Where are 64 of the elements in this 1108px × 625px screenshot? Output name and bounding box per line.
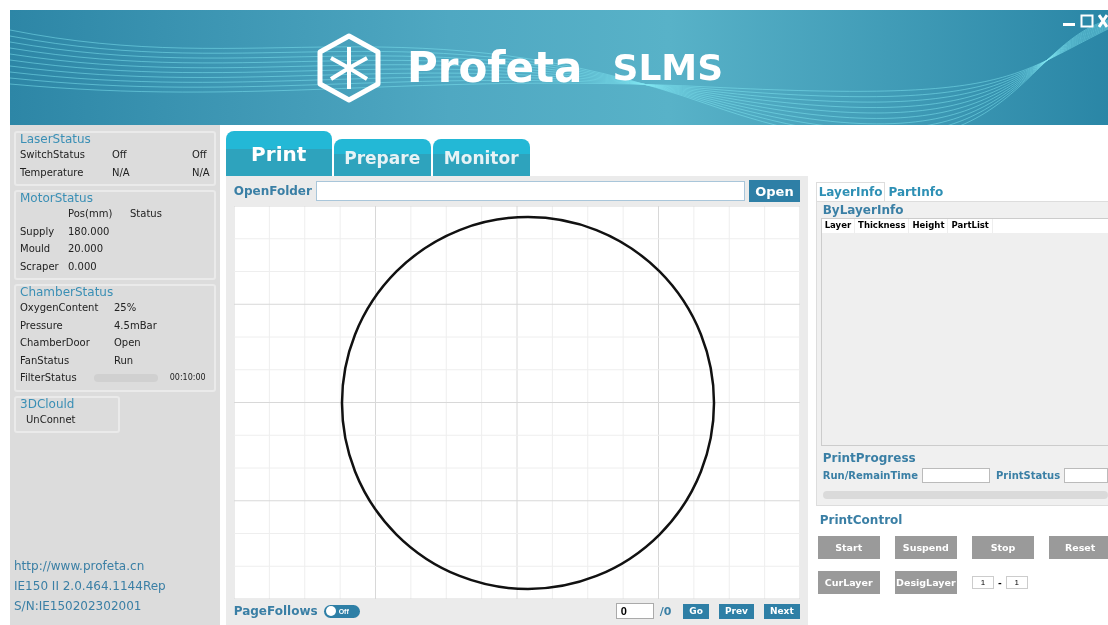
status-field[interactable] [1064, 468, 1108, 483]
page-total: /0 [659, 604, 672, 618]
column-header: Height [909, 219, 949, 233]
column-header: Pos(mm) [68, 208, 114, 220]
status-value: Off [112, 149, 128, 161]
status-value: Open [114, 337, 142, 349]
page-nav-button[interactable]: Go [683, 603, 709, 619]
folder-path-field[interactable] [315, 181, 746, 201]
status-label: Mould [20, 243, 52, 255]
status-value: Off [192, 149, 208, 161]
status-value: 4.5mBar [114, 319, 158, 331]
status-field[interactable] [921, 468, 990, 483]
website-link[interactable]: http://www.profeta.cn [14, 559, 216, 573]
status-label: Temperature [20, 166, 85, 178]
status-label: Scraper [20, 260, 60, 272]
group-title: MotorStatus [20, 191, 94, 205]
group-title: 3DClould [20, 396, 76, 411]
status-value: N/A [112, 166, 131, 178]
layer-to-field[interactable]: 1 [1005, 576, 1028, 589]
section-title: PrintProgress [821, 450, 917, 466]
section-title: ByLayerInfo [821, 202, 905, 218]
open-button[interactable]: Open [749, 180, 800, 202]
column-header: Status [130, 208, 163, 220]
info-tab[interactable]: PartInfo [885, 182, 947, 201]
status-value: 0.000 [68, 260, 98, 272]
section-title: PrintControl [818, 512, 904, 528]
status-label: ChamberDoor [20, 337, 91, 349]
status-value: 20.000 [68, 243, 104, 255]
status-label: OxygenContent [20, 302, 100, 314]
field-label: PrintStatus [995, 470, 1061, 481]
layer-from-field[interactable]: 1 [972, 576, 994, 589]
main-tab[interactable]: Print [225, 131, 332, 176]
field-label: Run/RemainTime [822, 470, 918, 481]
range-separator: - [998, 577, 1002, 588]
status-value: Run [114, 354, 135, 366]
status-value: N/A [192, 166, 210, 178]
column-header: PartList [948, 219, 993, 233]
main-tab[interactable]: Prepare [333, 139, 431, 176]
status-value: 180.000 [68, 225, 111, 237]
status-value: 25% [114, 302, 138, 314]
status-label: UnConnet [26, 413, 77, 425]
main-tab[interactable]: Monitor [432, 139, 530, 176]
info-tab[interactable]: LayerInfo [815, 182, 886, 201]
field-label: OpenFolder [233, 184, 312, 198]
field-label: PageFollows [233, 604, 318, 618]
status-label: Pressure [20, 319, 64, 331]
status-label: FilterStatus [20, 372, 78, 384]
close-icon[interactable] [1098, 14, 1108, 28]
product-name: SLMS [612, 47, 724, 88]
page-nav-button[interactable]: Prev [718, 603, 754, 619]
maximize-icon[interactable] [1080, 14, 1094, 28]
status-label: SwitchStatus [20, 149, 86, 161]
column-header: Thickness [855, 219, 910, 233]
brand-name: Profeta [406, 43, 583, 92]
status-label: FanStatus [20, 354, 71, 366]
status-value: 00:10:00 [169, 373, 207, 383]
page-number-field[interactable]: 0 [615, 603, 654, 619]
status-label: Supply [20, 225, 56, 237]
group-title: LaserStatus [20, 132, 92, 146]
group-title: ChamberStatus [20, 285, 115, 299]
serial-number: S/N:IE150202302001 [14, 599, 143, 613]
version-text: IE150 II 2.0.464.1144Rep [14, 579, 167, 593]
page-nav-button[interactable]: Next [763, 603, 800, 619]
column-header: Layer [821, 219, 856, 233]
